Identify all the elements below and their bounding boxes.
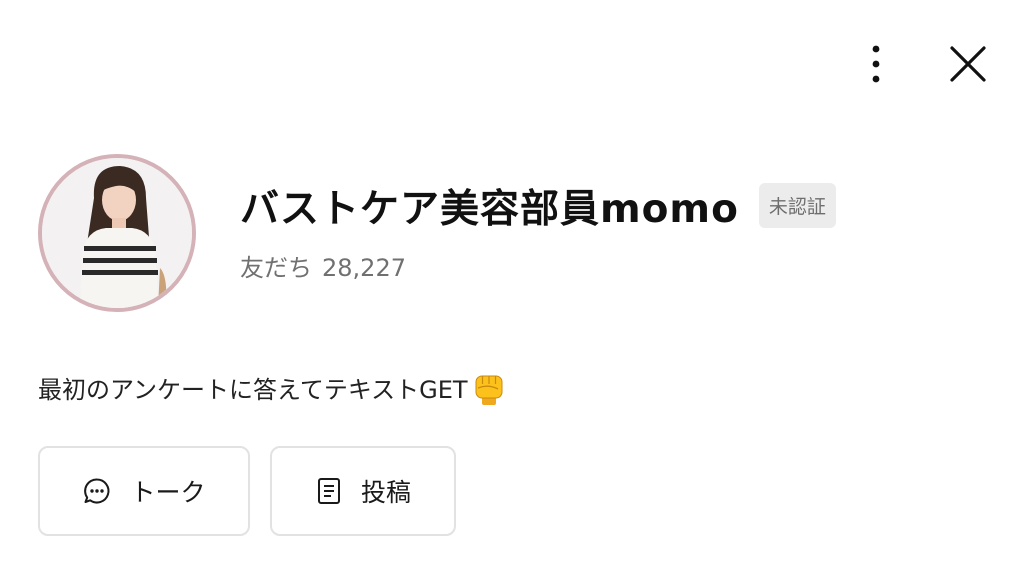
name-row: バストケア美容部員momo 未認証 (240, 178, 836, 234)
posts-button-label: 投稿 (360, 478, 411, 507)
friends-count: 28,227 (322, 253, 406, 282)
profile-photo (42, 158, 192, 308)
more-options-button[interactable] (856, 40, 896, 88)
account-name: バストケア美容部員momo (240, 186, 739, 232)
more-vertical-icon (872, 45, 880, 83)
posts-button[interactable]: 投稿 (270, 446, 456, 536)
talk-button-label: トーク (130, 478, 206, 507)
raised-fist-emoji (472, 368, 506, 406)
profile-header: バストケア美容部員momo 未認証 友だち 28,227 (38, 154, 836, 312)
close-icon (950, 46, 986, 82)
close-button[interactable] (948, 40, 988, 88)
document-icon (315, 476, 343, 506)
profile-info: バストケア美容部員momo 未認証 友だち 28,227 (240, 178, 836, 283)
action-buttons: トーク 投稿 (38, 446, 456, 536)
friends-count-row: 友だち 28,227 (240, 248, 836, 283)
status-message: 最初のアンケートに答えてテキストGET (38, 368, 506, 406)
top-bar (856, 40, 988, 88)
friends-label: 友だち (240, 253, 312, 282)
status-message-text: 最初のアンケートに答えてテキストGET (38, 375, 468, 404)
verification-badge: 未認証 (758, 183, 836, 228)
avatar[interactable] (38, 154, 196, 312)
talk-button[interactable]: トーク (38, 446, 250, 536)
chat-bubble-icon (82, 476, 112, 506)
